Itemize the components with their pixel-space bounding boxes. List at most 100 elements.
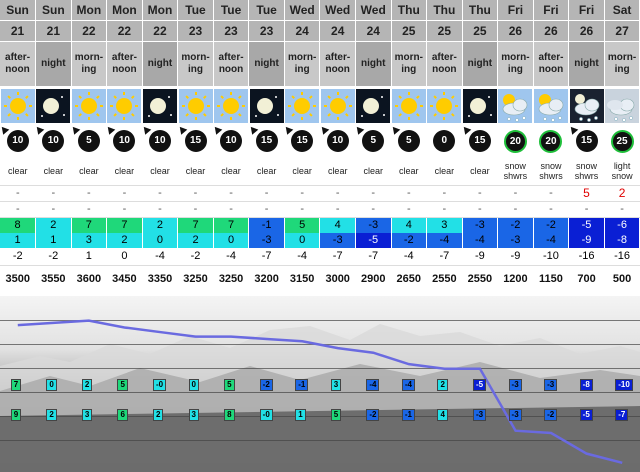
graph-temp-tag: -0 [259, 409, 273, 421]
max-temp: 3 [426, 217, 463, 233]
wind-cell: 10 [213, 125, 249, 157]
wind-direction-arrow-icon [284, 125, 294, 135]
sky-icon-cell [142, 86, 179, 125]
max-temp: -2 [533, 217, 570, 233]
max-temp: -5 [568, 217, 605, 233]
min-temp: 3 [71, 233, 108, 248]
max-temp: 7 [106, 217, 143, 233]
day-cell: Tue [248, 0, 285, 21]
wind-chill: -2 [177, 248, 214, 266]
wind-speed-icon: 0 [433, 130, 456, 152]
sky-icon-cell [106, 86, 143, 125]
max-temp: 2 [35, 217, 72, 233]
rain-amount: - [568, 201, 605, 218]
day-cell: Sat [604, 0, 640, 21]
wind-speed-icon: 15 [284, 125, 314, 152]
weather-summary: clear [391, 157, 427, 186]
rain-amount: - [35, 201, 72, 218]
day-cell: Tue [177, 0, 214, 21]
max-temp: 4 [391, 217, 428, 233]
period-cell: morn-ing [284, 41, 321, 87]
graph-temp-tag: 5 [117, 379, 128, 391]
wind-cell: 5 [71, 125, 107, 157]
wind-cell: 10 [106, 125, 143, 157]
rain-amount: - [177, 201, 214, 218]
day-cell: Thu [426, 0, 463, 21]
min-temp: -4 [533, 233, 570, 248]
sky-icon-cell [568, 86, 605, 125]
graph-temp-tag: -2 [544, 409, 558, 421]
wind-cell: 15 [284, 125, 320, 157]
snow-amount: 2 [604, 185, 640, 202]
sky-icon-cell [533, 86, 570, 125]
date-cell: 27 [604, 20, 640, 42]
wind-speed-icon: 10 [106, 125, 136, 152]
freezing-level: 1150 [539, 273, 563, 285]
moon-icon [356, 89, 391, 123]
wind-chill: -16 [568, 248, 605, 266]
freezing-level: 3350 [147, 273, 173, 285]
wind-direction-arrow-icon [0, 125, 10, 135]
wind-speed-icon: 15 [568, 125, 598, 152]
wind-direction-arrow-icon [391, 125, 401, 135]
min-temp: -4 [462, 233, 499, 248]
nightsnow-icon [569, 89, 604, 123]
date-cell: 21 [0, 20, 37, 42]
sun-icon [320, 89, 355, 123]
weather-summary: snow shwrs [533, 157, 569, 186]
period-cell: morn-ing [604, 41, 640, 87]
min-temp: -3 [248, 233, 285, 248]
date-cell: 24 [355, 20, 392, 42]
freezing-level: 700 [577, 273, 596, 285]
freezing-level: 3600 [76, 273, 102, 285]
min-temp: -4 [426, 233, 463, 248]
freezing-level: 2900 [361, 273, 386, 285]
freezing-level-graph: 7 0 2 5 -0 0 5 -2 -1 3 -4 -4 2 -5 -3 -3 -8 -10 9 2 3 6 2 3 8 -0 1 5… [0, 296, 640, 472]
graph-temp-tag: 2 [81, 379, 93, 391]
graph-temp-tag: -4 [401, 379, 415, 391]
period-cell: night [462, 41, 499, 87]
min-temp: 0 [284, 233, 321, 248]
weather-summary: clear [426, 157, 463, 186]
wind-chill: -9 [497, 248, 534, 266]
rain-amount: - [106, 201, 143, 218]
day-cell: Fri [533, 0, 570, 21]
graph-temp-tag: -10 [615, 379, 633, 391]
date-cell: 23 [213, 20, 250, 42]
freezing-level: 500 [612, 273, 632, 285]
graph-temp-tag: 3 [330, 379, 342, 391]
graph-temp-tag: -1 [401, 409, 415, 421]
wind-direction-arrow-icon [462, 125, 472, 135]
graph-temp-tag: 2 [153, 409, 164, 421]
moon-icon [36, 89, 71, 123]
date-cell: 22 [71, 20, 108, 42]
graph-temp-tag: 5 [330, 409, 342, 421]
freezing-level: 3550 [41, 273, 66, 285]
max-temp: -3 [462, 217, 499, 233]
wind-cell: 25 [604, 125, 640, 157]
wind-cell: 10 [319, 125, 356, 157]
min-temp: 1 [35, 233, 72, 248]
graph-temp-tag: 0 [188, 379, 199, 391]
snow-amount: - [71, 185, 107, 202]
wind-direction-arrow-icon [106, 125, 116, 135]
date-cell: 24 [319, 20, 356, 42]
min-temp: 1 [0, 233, 37, 248]
weather-summary: clear [248, 157, 285, 186]
date-cell: 26 [497, 20, 534, 42]
rain-amount: - [319, 201, 356, 218]
freezing-level: 3150 [289, 273, 315, 285]
moon-icon [142, 89, 177, 123]
graph-temp-tag: -8 [579, 379, 593, 391]
rain-amount: - [604, 201, 640, 218]
wind-speed-icon: 25 [610, 129, 634, 153]
date-cell: 22 [142, 20, 179, 42]
graph-temp-tag: 2 [46, 409, 57, 421]
graph-temp-tag: -5 [473, 379, 487, 391]
wind-cell: 15 [248, 125, 285, 157]
wind-speed-icon: 15 [177, 125, 207, 152]
period-cell: after-noon [319, 41, 356, 87]
period-cell: night [248, 41, 285, 87]
min-temp: 0 [142, 233, 179, 248]
day-cell: Mon [106, 0, 143, 21]
